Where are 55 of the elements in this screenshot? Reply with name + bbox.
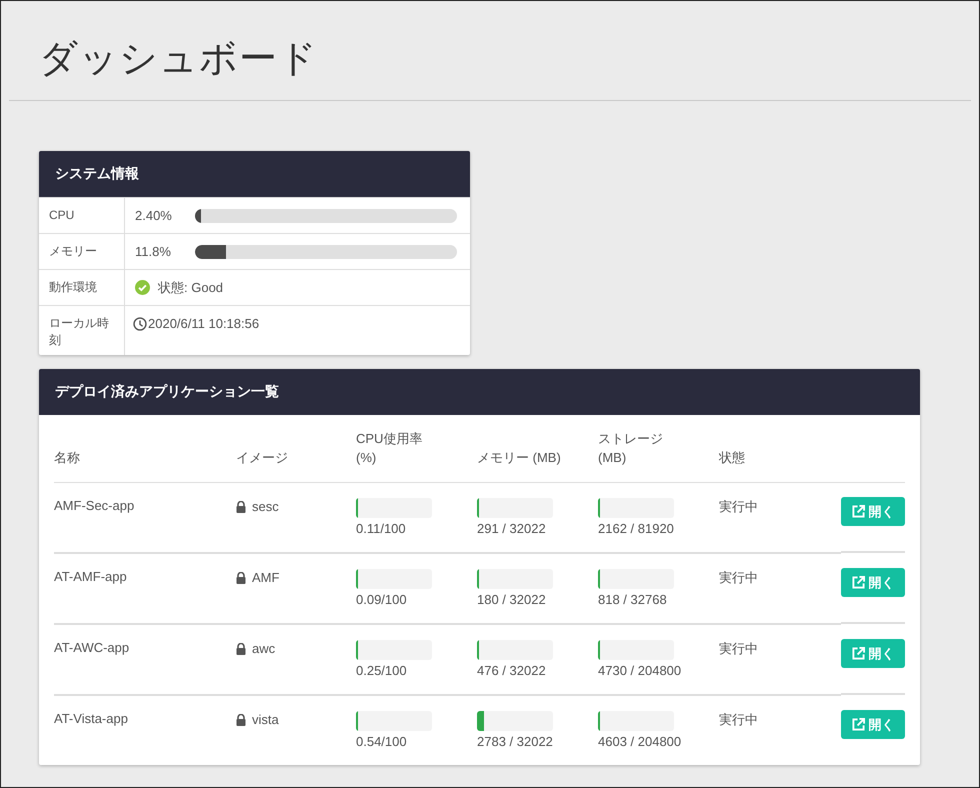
percent-reading: 11.8% [135,243,172,260]
open-button[interactable]: 開く [841,497,905,526]
usage-reading: 4730 / 204800 [598,663,682,678]
lock-icon [236,714,246,726]
external-link-icon [852,505,864,518]
external-link-icon [852,576,864,589]
row-label: CPU [39,198,125,233]
image-name: awc [252,640,276,657]
column-header: イメージ [236,449,288,467]
status-text: 実行中 [719,711,759,729]
usage-reading: 476 / 32022 [477,663,547,678]
open-button[interactable]: 開く [841,639,905,668]
usage-reading: 0.11/100 [356,521,407,536]
card-title: システム情報 [39,151,470,197]
app-name: AT-AWC-app [54,640,130,655]
status-text: 実行中 [719,640,759,658]
image-name: sesc [252,498,279,515]
open-button[interactable]: 開く [841,568,905,597]
usage-reading: 291 / 32022 [477,521,547,536]
lock-icon [236,642,246,654]
column-header: CPU使用率 (%) [356,430,424,467]
percent-reading: 2.40% [135,207,173,224]
app-name: AMF-Sec-app [54,498,136,513]
image-name: vista [252,711,279,728]
lock-icon [236,500,246,512]
status-text: 実行中 [719,569,759,587]
page-title: ダッシュボード [9,1,971,101]
usage-reading: 0.25/100 [356,663,408,678]
usage-reading: 180 / 32022 [477,592,547,607]
status-text: 状態: Good [158,279,224,296]
lock-icon [236,572,246,584]
check-circle-icon [135,280,150,295]
app-name: AT-Vista-app [54,711,129,726]
row-label: メモリー [39,234,125,269]
usage-reading: 0.09/100 [356,592,408,607]
open-button[interactable]: 開く [841,710,905,739]
column-header: 名称 [54,449,80,467]
usage-reading: 2162 / 81920 [598,521,675,536]
usage-reading: 0.54/100 [356,734,408,749]
clock-icon [133,317,147,331]
column-header: 状態 [719,449,745,467]
local-time: 2020/6/11 10:18:56 [148,315,260,332]
external-link-icon [852,647,864,660]
column-header: メモリー (MB) [477,449,561,467]
row-label: ローカル時刻 [39,306,125,355]
column-header: ストレージ (MB) [598,430,664,467]
external-link-icon [852,718,864,731]
image-name: AMF [252,569,280,586]
usage-reading: 4603 / 204800 [598,734,682,749]
usage-reading: 2783 / 32022 [477,734,554,749]
status-text: 実行中 [719,498,759,516]
app-name: AT-AMF-app [54,569,128,584]
card-title: デプロイ済みアプリケーション一覧 [39,369,920,415]
row-label: 動作環境 [39,270,125,305]
usage-reading: 818 / 32768 [598,592,668,607]
